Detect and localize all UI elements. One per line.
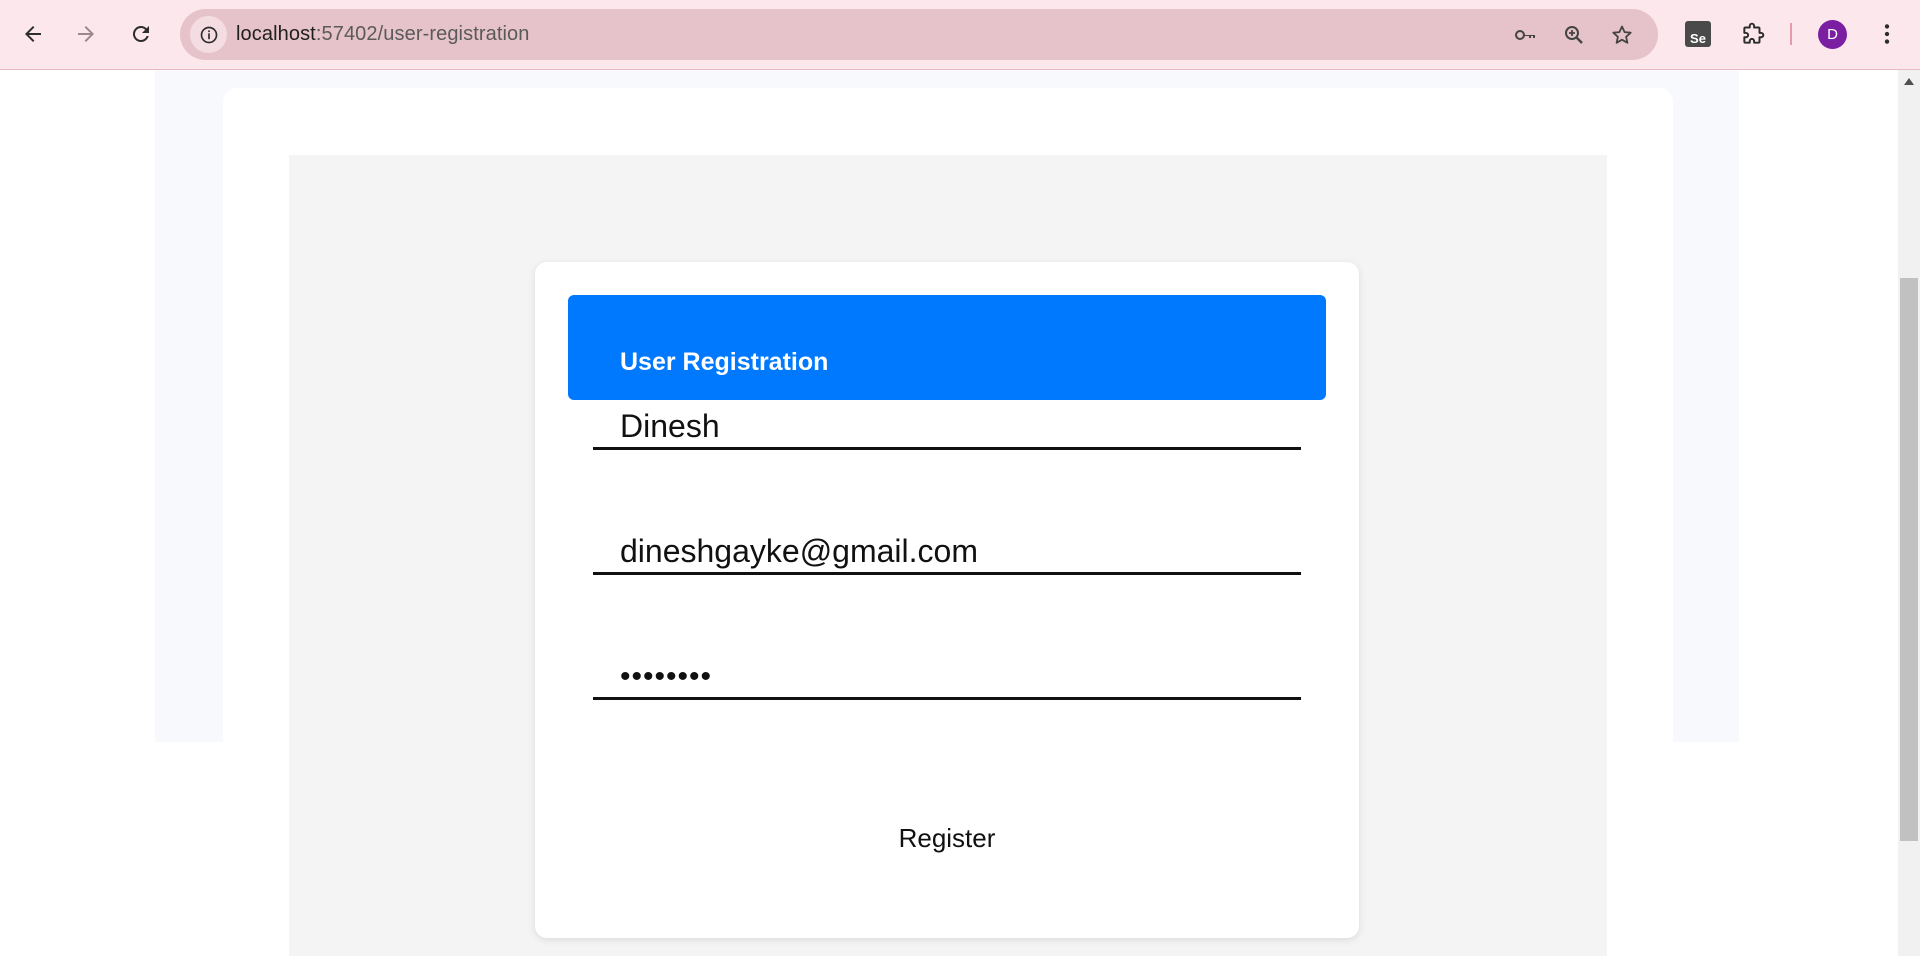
url-text[interactable]: localhost:57402/user-registration: [236, 23, 529, 46]
form-header: User Registration: [568, 295, 1326, 400]
vertical-scrollbar[interactable]: [1898, 70, 1920, 956]
reload-icon: [132, 25, 149, 42]
url-host: localhost: [236, 23, 316, 45]
profile-avatar[interactable]: D: [1818, 20, 1847, 49]
extension-label: Se: [1690, 31, 1706, 46]
toolbar-divider: [1790, 23, 1792, 45]
password-key-icon[interactable]: [1511, 21, 1539, 49]
arrow-left-icon: [25, 26, 41, 42]
page-content: User Registration Register: [0, 70, 1898, 956]
scroll-thumb[interactable]: [1900, 278, 1918, 841]
url-path: :57402/user-registration: [315, 23, 530, 45]
arrow-right-icon: [78, 26, 94, 42]
selenium-extension-icon[interactable]: Se: [1685, 21, 1711, 47]
bookmark-star-icon[interactable]: [1608, 21, 1636, 49]
extensions-puzzle-icon[interactable]: [1735, 16, 1771, 52]
zoom-icon[interactable]: [1560, 21, 1588, 49]
register-button[interactable]: Register: [535, 822, 1359, 855]
browser-toolbar: localhost:57402/user-registration Se D: [0, 0, 1920, 70]
password-input[interactable]: [593, 656, 1301, 700]
site-info-icon[interactable]: [190, 16, 227, 53]
profile-initial: D: [1827, 26, 1838, 43]
scroll-up-arrow-icon[interactable]: [1904, 78, 1914, 85]
forward-button[interactable]: [67, 15, 105, 53]
reload-button[interactable]: [122, 15, 160, 53]
registration-form-card: User Registration Register: [535, 262, 1359, 938]
name-input[interactable]: [593, 406, 1301, 450]
form-title: User Registration: [620, 348, 829, 376]
menu-kebab-icon[interactable]: [1869, 16, 1905, 52]
email-input[interactable]: [593, 531, 1301, 575]
back-button[interactable]: [14, 15, 52, 53]
info-icon: [200, 26, 217, 43]
address-bar[interactable]: localhost:57402/user-registration: [180, 9, 1658, 60]
